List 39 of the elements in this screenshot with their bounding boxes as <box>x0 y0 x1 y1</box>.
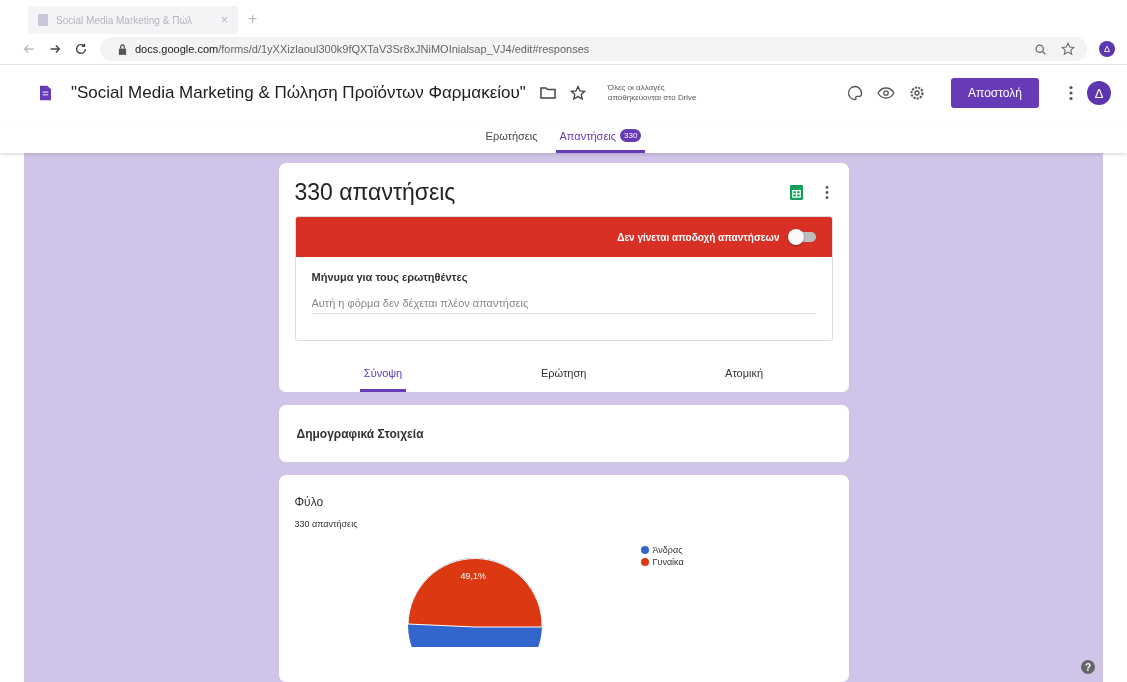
tab-title: Social Media Marketing & Πώλ <box>56 14 193 26</box>
address-bar[interactable]: docs.google.com/forms/d/1yXXizlaoul300k9fQXTaV3Sr8xJNiMOInialsap_VJ4/edit#responses <box>100 37 1087 61</box>
legend-label: Γυναίκα <box>652 557 684 567</box>
response-count: 330 απαντήσεις <box>294 519 359 529</box>
send-button[interactable]: Αποστολή <box>951 78 1039 108</box>
view-tab[interactable]: Ατομική <box>721 367 768 392</box>
banner-text: Δεν γίνεται αποδοχή απαντήσεων <box>617 231 780 243</box>
forward-icon[interactable] <box>48 42 62 56</box>
settings-icon[interactable] <box>909 85 925 101</box>
spreadsheet-icon[interactable] <box>789 185 803 200</box>
section-title: Δημογραφικά Στοιχεία <box>296 426 424 441</box>
folder-icon[interactable] <box>539 86 556 100</box>
eye-icon[interactable] <box>877 87 895 99</box>
profile-avatar[interactable]: Δ <box>1087 81 1111 105</box>
zoom-icon[interactable] <box>1034 42 1047 56</box>
form-title: "Social Media Marketing & Πώληση Προϊόντων Φαρμακείου" <box>71 83 526 103</box>
star-icon[interactable] <box>1061 42 1075 56</box>
responses-count-title: 330 απαντήσεις <box>294 179 456 206</box>
form-tab[interactable]: Ερωτήσεις <box>481 121 542 153</box>
url-text: docs.google.com/forms/d/1yXXizlaoul300k9fQXTaV3Sr8xJNiMOInialsap_VJ4/edit#responses <box>135 43 590 55</box>
forms-icon <box>40 85 51 101</box>
document-icon <box>38 14 48 26</box>
view-tab[interactable]: Σύνοψη <box>359 367 407 392</box>
question-title: Φύλο <box>294 495 325 509</box>
reload-icon[interactable] <box>74 42 88 56</box>
accepting-toggle[interactable] <box>789 232 816 242</box>
palette-icon[interactable] <box>847 85 863 101</box>
help-button[interactable]: ? <box>1081 660 1095 674</box>
message-label: Μήνυμα για τους ερωτηθέντες <box>311 271 469 283</box>
save-status: Όλες οι αλλαγές αποθηκεύονται στο Drive <box>607 83 697 103</box>
more-options-icon[interactable] <box>824 185 829 200</box>
profile-avatar[interactable]: Δ <box>1099 41 1115 57</box>
count-badge: 330 <box>620 129 642 142</box>
lock-icon <box>118 43 127 55</box>
legend-label: Άνδρας <box>652 545 683 555</box>
view-tab[interactable]: Ερώτηση <box>536 367 591 392</box>
star-icon[interactable] <box>569 85 586 101</box>
more-options-icon[interactable] <box>1069 85 1073 101</box>
slice-percent-label: 49,1% <box>460 571 487 581</box>
